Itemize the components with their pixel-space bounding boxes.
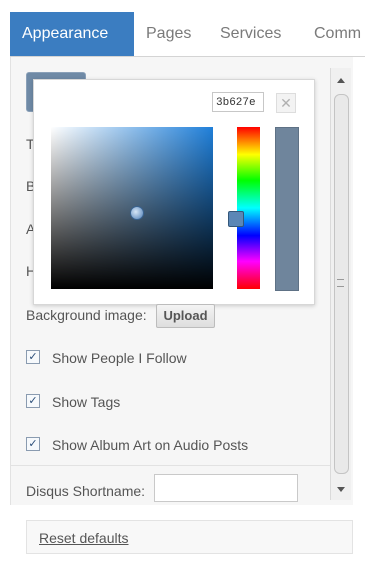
upload-button[interactable]: Upload — [156, 304, 215, 328]
show-album-art-label: Show Album Art on Audio Posts — [52, 437, 249, 453]
grip-icon — [337, 279, 344, 287]
show-album-art-checkbox[interactable]: ✓ — [26, 437, 40, 451]
scroll-up-arrow-icon[interactable] — [337, 78, 345, 83]
hex-color-input[interactable]: 3b627e — [212, 92, 264, 112]
scrollbar[interactable] — [330, 68, 351, 500]
show-tags-label: Show Tags — [52, 394, 121, 410]
scroll-down-arrow-icon[interactable] — [337, 487, 345, 492]
show-tags-checkbox[interactable]: ✓ — [26, 394, 40, 408]
disqus-shortname-input[interactable] — [154, 474, 298, 502]
reset-defaults-link[interactable]: Reset defaults — [39, 530, 129, 546]
color-selector-handle[interactable] — [130, 206, 144, 220]
reset-defaults-container: Reset defaults — [26, 520, 353, 554]
tab-appearance[interactable]: Appearance — [10, 12, 134, 56]
hue-slider[interactable] — [237, 127, 260, 289]
divider — [10, 465, 330, 466]
tab-community[interactable]: Comm — [314, 12, 361, 56]
show-people-label: Show People I Follow — [52, 350, 187, 366]
show-people-checkbox[interactable]: ✓ — [26, 350, 40, 364]
tab-bar: Appearance Pages Services Comm — [10, 12, 365, 57]
disqus-shortname-label: Disqus Shortname: — [26, 483, 146, 499]
tab-services[interactable]: Services — [220, 12, 281, 56]
color-picker-popup: 3b627e ✕ — [33, 79, 315, 305]
background-image-label: Background image: — [26, 307, 147, 323]
saturation-value-area[interactable] — [51, 127, 213, 289]
hue-slider-handle[interactable] — [228, 211, 244, 227]
tab-pages[interactable]: Pages — [146, 12, 191, 56]
selected-color-preview — [275, 127, 299, 291]
close-icon[interactable]: ✕ — [276, 93, 296, 113]
